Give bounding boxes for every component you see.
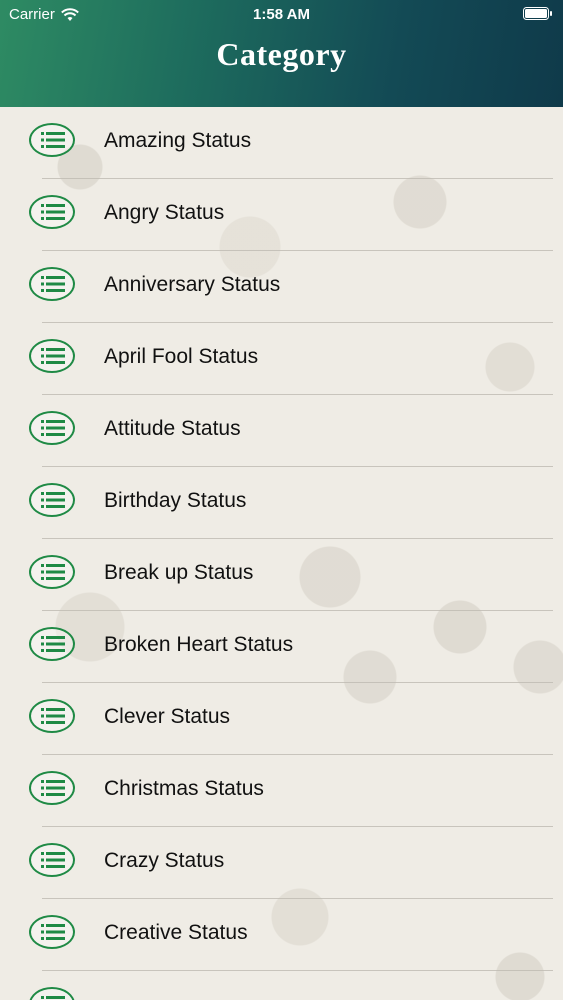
list-icon	[29, 627, 75, 661]
list-icon	[29, 483, 75, 517]
list-item-label: Clever Status	[104, 705, 231, 728]
list-item-label: Anniversary Status	[104, 273, 281, 296]
list-item[interactable]: Christmas Status	[0, 755, 563, 827]
list-icon	[29, 843, 75, 877]
list-item-label: Creative Status	[104, 921, 248, 944]
battery-icon	[523, 7, 553, 20]
category-list[interactable]: Amazing Status Angry Status Anniversary …	[0, 107, 563, 1000]
list-item[interactable]: April Fool Status	[0, 323, 563, 395]
list-item[interactable]: Crazy Status	[0, 827, 563, 899]
status-time: 1:58 AM	[253, 6, 310, 23]
list-item[interactable]: Break up Status	[0, 539, 563, 611]
list-icon	[29, 195, 75, 229]
list-icon	[29, 411, 75, 445]
list-item[interactable]: Attitude Status	[0, 395, 563, 467]
list-item-label: April Fool Status	[104, 345, 259, 368]
list-icon	[29, 555, 75, 589]
list-icon	[29, 987, 75, 1000]
list-item[interactable]: Clever Status	[0, 683, 563, 755]
navigation-header: Carrier 1:58 AM Category	[0, 0, 563, 107]
list-item[interactable]: Birthday Status	[0, 467, 563, 539]
status-bar: Carrier 1:58 AM	[0, 0, 563, 30]
page-title: Category	[216, 36, 347, 72]
list-item-label: Break up Status	[104, 561, 254, 584]
list-item-label: Amazing Status	[104, 129, 252, 152]
list-item[interactable]	[0, 971, 563, 1000]
list-icon	[29, 699, 75, 733]
list-item[interactable]: Broken Heart Status	[0, 611, 563, 683]
list-item-label: Attitude Status	[104, 417, 241, 440]
list-icon	[29, 123, 75, 157]
list-item[interactable]: Anniversary Status	[0, 251, 563, 323]
list-item-label: Birthday Status	[104, 489, 247, 512]
list-item[interactable]: Creative Status	[0, 899, 563, 971]
list-icon	[29, 915, 75, 949]
list-icon	[29, 771, 75, 805]
list-icon	[29, 267, 75, 301]
list-item-label: Angry Status	[104, 201, 225, 224]
list-item-label: Christmas Status	[104, 777, 264, 800]
list-item-label: Broken Heart Status	[104, 633, 294, 656]
list-item-label: Crazy Status	[104, 849, 225, 872]
list-item[interactable]: Angry Status	[0, 179, 563, 251]
list-icon	[29, 339, 75, 373]
list-item[interactable]: Amazing Status	[0, 107, 563, 179]
